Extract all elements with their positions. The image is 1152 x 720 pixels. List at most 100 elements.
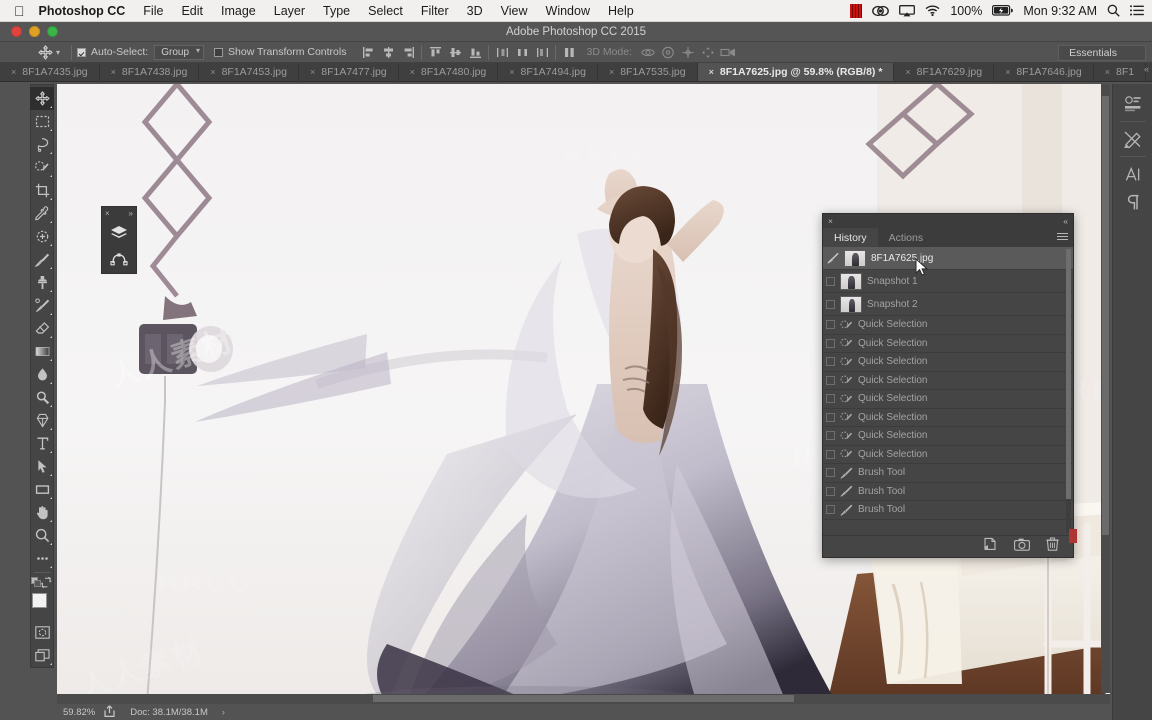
paths-panel-icon[interactable] [102, 246, 136, 272]
state-source-checkbox[interactable] [826, 468, 835, 478]
creative-cloud-icon[interactable] [872, 5, 890, 17]
menu-file[interactable]: File [134, 4, 172, 18]
history-scrollbar-thumb[interactable] [1066, 249, 1071, 499]
collapsed-panel-dock[interactable]: × » [101, 206, 137, 274]
history-state-row[interactable]: 8F1A7625.jpg [823, 247, 1073, 270]
show-transform-controls-checkbox[interactable] [214, 47, 224, 57]
gradient-tool[interactable] [30, 340, 54, 363]
align-horizontal-centers-icon[interactable] [380, 44, 396, 60]
state-source-checkbox[interactable] [826, 338, 835, 348]
panel-resize-indicator[interactable] [1069, 529, 1077, 543]
document-tab[interactable]: × 8F1A7477.jpg [298, 63, 399, 81]
history-state-row[interactable]: Quick Selection [823, 335, 1073, 353]
close-tab-icon[interactable]: × [1005, 67, 1010, 77]
distribute-horizontal-centers-icon[interactable] [514, 44, 530, 60]
history-state-row[interactable]: Quick Selection [823, 427, 1073, 446]
eyedropper-tool[interactable] [30, 202, 54, 225]
rectangle-tool[interactable] [30, 478, 54, 501]
color-swatches[interactable] [30, 591, 54, 621]
distribute-right-edges-icon[interactable] [534, 44, 550, 60]
menu-image[interactable]: Image [212, 4, 265, 18]
close-tab-icon[interactable]: × [709, 67, 714, 77]
history-panel[interactable]: × « History Actions 8F1A7625.jpg Snapsho… [822, 213, 1077, 558]
tab-actions[interactable]: Actions [878, 228, 934, 247]
foreground-color-swatch[interactable] [32, 593, 47, 608]
close-tab-icon[interactable]: × [1105, 67, 1110, 77]
search-icon[interactable] [1107, 4, 1120, 17]
history-state-row[interactable]: Quick Selection [823, 446, 1073, 464]
chevron-down-icon[interactable]: ▾ [56, 48, 60, 57]
create-document-from-state-icon[interactable] [983, 537, 998, 556]
menu-window[interactable]: Window [537, 4, 599, 18]
adjustments-panel-icon[interactable] [1113, 90, 1152, 118]
orbit-3d-icon[interactable] [640, 44, 656, 60]
share-icon[interactable] [103, 704, 116, 720]
document-tab[interactable]: × 8F1 [1093, 63, 1147, 81]
state-source-checkbox[interactable] [826, 357, 835, 367]
battery-icon[interactable] [992, 5, 1014, 16]
screen-mode-button[interactable] [30, 644, 54, 667]
state-source-checkbox[interactable] [826, 276, 835, 286]
dodge-tool[interactable] [30, 386, 54, 409]
rectangular-marquee-tool[interactable] [30, 110, 54, 133]
document-tab[interactable]: × 8F1A7629.jpg [894, 63, 995, 81]
crop-tool[interactable] [30, 179, 54, 202]
document-tab-active[interactable]: × 8F1A7625.jpg @ 59.8% (RGB/8) * [697, 63, 895, 81]
scale-3d-icon[interactable] [720, 44, 736, 60]
align-right-edges-icon[interactable] [400, 44, 416, 60]
align-bottom-edges-icon[interactable] [467, 44, 483, 60]
document-tab[interactable]: × 8F1A7646.jpg [994, 63, 1094, 81]
airplay-icon[interactable] [899, 4, 916, 17]
pan-3d-icon[interactable] [680, 44, 696, 60]
distribute-left-edges-icon[interactable] [494, 44, 510, 60]
auto-select-scope-dropdown[interactable]: Group [154, 44, 205, 60]
eraser-tool[interactable] [30, 317, 54, 340]
panel-menu-icon[interactable] [1057, 233, 1068, 242]
apple-logo-icon[interactable]:  [0, 4, 37, 18]
history-states-list[interactable]: 8F1A7625.jpg Snapshot 1 Snapshot 2 Quick… [823, 247, 1073, 535]
blur-tool[interactable] [30, 363, 54, 386]
wifi-icon[interactable] [925, 5, 940, 16]
history-state-row[interactable]: Snapshot 1 [823, 270, 1073, 293]
quick-mask-toggle[interactable] [30, 621, 54, 644]
align-left-edges-icon[interactable] [360, 44, 376, 60]
menu-3d[interactable]: 3D [458, 4, 492, 18]
menubar-recording-icon[interactable] [850, 3, 863, 18]
canvas-vertical-scrollbar[interactable] [1101, 84, 1110, 693]
hand-tool[interactable] [30, 501, 54, 524]
history-state-row[interactable]: Quick Selection [823, 372, 1073, 390]
history-state-row[interactable]: Quick Selection [823, 409, 1073, 427]
styles-panel-icon[interactable] [1113, 125, 1152, 153]
state-source-checkbox[interactable] [826, 375, 835, 385]
clone-stamp-tool[interactable] [30, 271, 54, 294]
expand-panels-icon[interactable]: » [129, 209, 133, 218]
state-source-checkbox[interactable] [826, 449, 835, 459]
collapse-panel-icon[interactable]: « [1063, 216, 1068, 226]
character-panel-icon[interactable] [1113, 160, 1152, 188]
close-tab-icon[interactable]: × [609, 67, 614, 77]
workspace-selector[interactable]: Essentials [1058, 45, 1146, 61]
history-state-row[interactable]: Snapshot 2 [823, 293, 1073, 316]
state-source-checkbox[interactable] [826, 505, 835, 515]
create-snapshot-icon[interactable] [1014, 538, 1030, 556]
menu-type[interactable]: Type [314, 4, 359, 18]
lasso-tool[interactable] [30, 133, 54, 156]
close-tab-icon[interactable]: × [310, 67, 315, 77]
default-colors-button[interactable] [30, 575, 54, 589]
state-source-checkbox[interactable] [826, 299, 835, 309]
quick-selection-tool[interactable] [30, 156, 54, 179]
document-tab[interactable]: × 8F1A7535.jpg [597, 63, 698, 81]
menu-layer[interactable]: Layer [265, 4, 314, 18]
zoom-window-button[interactable] [47, 26, 58, 37]
horizontal-scroll-thumb[interactable] [372, 695, 795, 702]
edit-toolbar-button[interactable] [30, 547, 54, 570]
close-tab-icon[interactable]: × [210, 67, 215, 77]
close-tab-icon[interactable]: × [111, 67, 116, 77]
minimize-window-button[interactable] [29, 26, 40, 37]
distribute-spacing-icon[interactable] [561, 44, 577, 60]
history-state-row[interactable]: Quick Selection [823, 316, 1073, 335]
state-source-checkbox[interactable] [826, 486, 835, 496]
state-source-checkbox[interactable] [826, 394, 835, 404]
menu-app-name[interactable]: Photoshop CC [37, 4, 135, 18]
menu-filter[interactable]: Filter [412, 4, 458, 18]
